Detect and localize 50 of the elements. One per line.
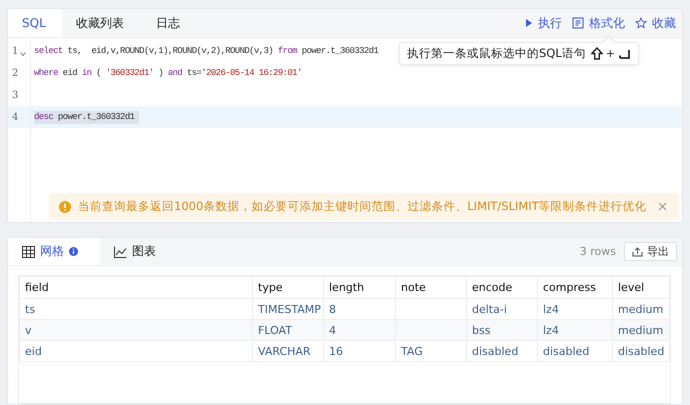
- format-button[interactable]: 格式化: [572, 14, 625, 32]
- chart-tab[interactable]: 图表: [100, 238, 170, 265]
- column-header: encode: [466, 276, 538, 298]
- column-header: note: [396, 276, 466, 298]
- line-chart-icon: [114, 246, 127, 258]
- export-icon: [632, 246, 643, 256]
- table-cell: v: [20, 320, 252, 340]
- editor-tab[interactable]: 收藏列表: [62, 9, 140, 37]
- table-cell: eid: [20, 340, 252, 362]
- table-cell: TAG: [396, 340, 466, 362]
- run-button[interactable]: 执行: [525, 14, 562, 32]
- star-icon: [635, 17, 647, 29]
- grid-tab[interactable]: 网格: [8, 238, 100, 265]
- table-cell: disabled: [538, 340, 612, 362]
- row-count: 3 rows: [580, 245, 616, 258]
- shift-key-icon: [590, 47, 603, 60]
- column-header: level: [612, 276, 670, 298]
- grid-icon: [22, 246, 35, 258]
- table-cell: disabled: [612, 340, 670, 362]
- export-button[interactable]: 导出: [624, 242, 677, 261]
- document-icon: [572, 17, 584, 29]
- line-number: 3: [12, 90, 18, 100]
- column-header: type: [252, 276, 324, 298]
- close-icon[interactable]: [658, 202, 667, 211]
- table-cell: VARCHAR: [252, 340, 324, 362]
- column-header: length: [324, 276, 396, 298]
- table-cell: 16: [324, 340, 396, 362]
- editor-tab[interactable]: SQL: [8, 9, 62, 37]
- code-line: select ts, eid,v,ROUND(v,1),ROUND(v,2),ROUND(v,3) from power.t_360332d1: [34, 44, 378, 58]
- table-cell: FLOAT: [252, 320, 324, 340]
- play-icon: [525, 18, 533, 28]
- line-number: 4: [12, 112, 18, 122]
- plus-sign: +: [606, 47, 615, 60]
- warning-text: 当前查询最多返回1000条数据，如必要可添加主键时间范围、过滤条件、LIMIT/SLIMIT等限制条件进行优化: [78, 199, 648, 214]
- table-cell: 4: [324, 320, 396, 340]
- table-cell: bss: [466, 320, 538, 340]
- info-icon: [69, 247, 78, 256]
- editor-tab[interactable]: 日志: [140, 9, 196, 37]
- table-cell: lz4: [538, 320, 612, 340]
- tooltip-text: 执行第一条或鼠标选中的SQL语句: [407, 46, 586, 61]
- column-header: compress: [538, 276, 612, 298]
- line-number: 2: [12, 68, 18, 78]
- favorite-button[interactable]: 收藏: [635, 14, 676, 32]
- table-cell: disabled: [466, 340, 538, 362]
- column-header: field: [20, 276, 252, 298]
- table-cell: medium: [612, 320, 670, 340]
- line-number: 1: [12, 46, 18, 56]
- warning-icon: [59, 200, 71, 212]
- code-line: where eid in ( '360332d1' ) and ts='2026-05-14 16:29:01': [34, 66, 302, 80]
- enter-key-icon: [618, 48, 631, 60]
